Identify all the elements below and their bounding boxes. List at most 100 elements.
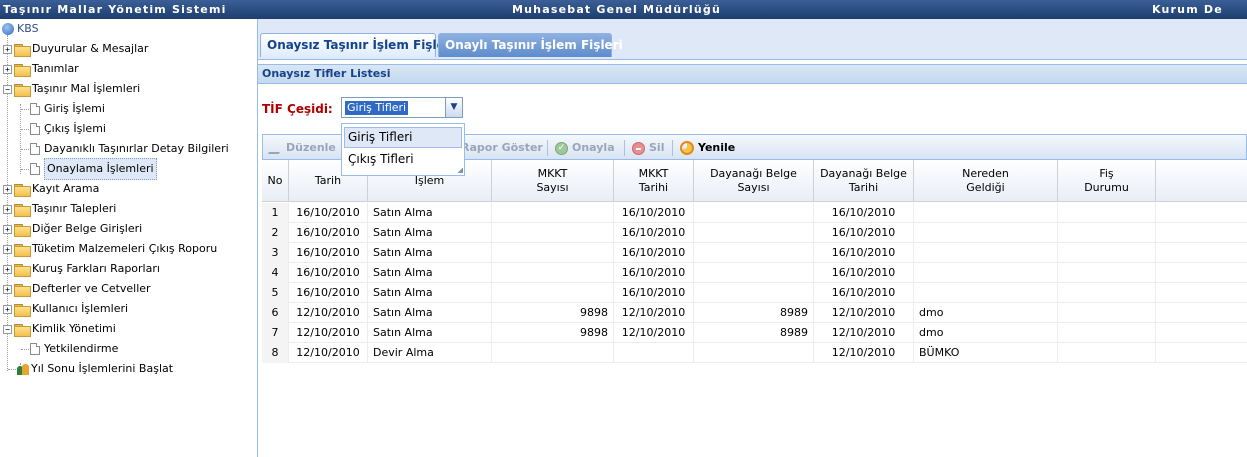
tree-item-entry[interactable]: Giriş İşlemi xyxy=(30,99,105,119)
cell-operation: Satın Alma xyxy=(368,323,492,343)
expand-icon[interactable]: + xyxy=(3,184,12,194)
table-row[interactable]: 2 16/10/2010 Satın Alma 16/10/2010 16/10/201… xyxy=(262,223,1247,243)
column-header-mkkt-date[interactable]: MKKT Tarihi xyxy=(614,160,694,202)
option-exit-tifs[interactable]: Çıkış Tifleri xyxy=(344,149,462,170)
expand-icon[interactable]: + xyxy=(3,64,12,74)
collapse-icon[interactable]: − xyxy=(3,324,12,334)
folder-icon xyxy=(14,283,31,297)
folder-icon xyxy=(14,223,31,237)
table-row[interactable]: 1 16/10/2010 Satın Alma 16/10/2010 16/10/201… xyxy=(262,203,1247,223)
navigation-tree: KBS + Duyurular & Mesajlar + Tanımlar − … xyxy=(0,19,258,457)
tree-item-ledgers[interactable]: + Defterler ve Cetveller xyxy=(3,279,151,299)
cell-date: 12/10/2010 xyxy=(289,343,368,363)
table-row[interactable]: 8 12/10/2010 Devir Alma 12/10/2010 BÜMKO xyxy=(262,343,1247,363)
tree-item-definitions[interactable]: + Tanımlar xyxy=(3,59,79,79)
tree-item-exit[interactable]: Çıkış İşlemi xyxy=(30,119,106,139)
cell-no: 2 xyxy=(262,223,289,243)
expand-icon[interactable]: + xyxy=(3,304,12,314)
table-row[interactable]: 7 12/10/2010 Satın Alma 9898 12/10/2010 8989 1… xyxy=(262,323,1247,343)
cell-doc-number xyxy=(694,223,814,243)
expand-icon[interactable]: + xyxy=(3,244,12,254)
tree-root-kbs[interactable]: KBS xyxy=(2,19,39,39)
show-report-button[interactable]: Rapor Göster xyxy=(461,140,543,156)
cell-date: 16/10/2010 xyxy=(289,283,368,303)
cell-no: 7 xyxy=(262,323,289,343)
table-row[interactable]: 6 12/10/2010 Satın Alma 9898 12/10/2010 8989 1… xyxy=(262,303,1247,323)
folder-icon xyxy=(14,303,31,317)
cell-status xyxy=(1058,323,1156,343)
cell-date: 16/10/2010 xyxy=(289,223,368,243)
edit-button[interactable]: Düzenle xyxy=(267,140,336,156)
cell-no: 8 xyxy=(262,343,289,363)
cell-mkkt-number xyxy=(492,263,614,283)
table-row[interactable]: 4 16/10/2010 Satın Alma 16/10/2010 16/10/201… xyxy=(262,263,1247,283)
tree-item-record-search[interactable]: + Kayıt Arama xyxy=(3,179,99,199)
cell-doc-number xyxy=(694,343,814,363)
table-row[interactable]: 3 16/10/2010 Satın Alma 16/10/2010 16/10/201… xyxy=(262,243,1247,263)
column-header-doc-number[interactable]: Dayanağı Belge Sayısı xyxy=(694,160,814,202)
cell-date: 16/10/2010 xyxy=(289,243,368,263)
tree-item-authorization[interactable]: Yetkilendirme xyxy=(30,339,118,359)
cell-doc-date: 16/10/2010 xyxy=(814,243,914,263)
document-icon xyxy=(30,343,40,355)
cell-origin xyxy=(914,243,1058,263)
cell-no: 3 xyxy=(262,243,289,263)
expand-icon[interactable]: + xyxy=(3,44,12,54)
tree-item-user-operations[interactable]: + Kullanıcı İşlemleri xyxy=(3,299,128,319)
tif-type-label: TİF Çeşidi: xyxy=(262,102,333,116)
expand-icon[interactable]: + xyxy=(3,224,12,234)
collapse-icon[interactable]: − xyxy=(3,84,12,94)
document-icon xyxy=(30,103,40,115)
approve-button[interactable]: ✓ Onayla xyxy=(555,140,615,156)
tree-item-consumables-report[interactable]: + Tüketim Malzemeleri Çıkış Roporu xyxy=(3,239,217,259)
delete-button[interactable]: Sil xyxy=(632,140,664,156)
column-header-origin[interactable]: Nereden Geldiği xyxy=(914,160,1058,202)
cell-doc-date: 16/10/2010 xyxy=(814,223,914,243)
tab-unapproved-slips[interactable]: Onaysız Taşınır İşlem Fişleri xyxy=(260,33,455,57)
tab-strip: Onaysız Taşınır İşlem Fişleri Onaylı Taş… xyxy=(258,19,1247,60)
tree-item-requests[interactable]: + Taşınır Talepleri xyxy=(3,199,116,219)
column-header-mkkt-number[interactable]: MKKT Sayısı xyxy=(492,160,614,202)
expand-icon[interactable]: + xyxy=(3,264,12,274)
tree-item-other-documents[interactable]: + Diğer Belge Girişleri xyxy=(3,219,142,239)
tree-item-rounding-reports[interactable]: + Kuruş Farkları Raporları xyxy=(3,259,160,279)
tree-item-durable-details[interactable]: Dayanıklı Taşınırlar Detay Bilgileri xyxy=(30,139,229,159)
tree-item-approvals[interactable]: Onaylama İşlemleri xyxy=(30,158,157,180)
tree-item-movable-property[interactable]: − Taşınır Mal İşlemleri xyxy=(3,79,140,99)
cell-doc-number: 8989 xyxy=(694,323,814,343)
column-header-no[interactable]: No xyxy=(262,160,289,202)
folder-icon xyxy=(14,243,31,257)
cell-mkkt-date: 16/10/2010 xyxy=(614,203,694,223)
expand-icon[interactable]: + xyxy=(3,284,12,294)
cell-origin: dmo xyxy=(914,323,1058,343)
cell-no: 5 xyxy=(262,283,289,303)
column-header-status[interactable]: Fiş Durumu xyxy=(1058,160,1156,202)
cell-operation: Satın Alma xyxy=(368,283,492,303)
cell-date: 12/10/2010 xyxy=(289,303,368,323)
chevron-down-icon[interactable]: ▼ xyxy=(445,98,462,117)
folder-icon xyxy=(14,63,31,77)
cell-status xyxy=(1058,263,1156,283)
refresh-button[interactable]: Yenile xyxy=(680,140,735,156)
cell-mkkt-number: 9898 xyxy=(492,323,614,343)
resize-handle-icon[interactable]: ◢ xyxy=(458,166,463,174)
tif-type-select[interactable]: Giriş Tifleri ▼ xyxy=(341,97,463,118)
users-icon xyxy=(17,363,29,375)
toolbar-separator xyxy=(672,140,673,156)
expand-icon[interactable]: + xyxy=(3,204,12,214)
tree-item-announcements[interactable]: + Duyurular & Mesajlar xyxy=(3,39,148,59)
cell-operation: Satın Alma xyxy=(368,243,492,263)
folder-open-icon xyxy=(14,323,31,337)
tree-item-year-end[interactable]: Yıl Sonu İşlemlerini Başlat xyxy=(17,359,173,379)
pencil-icon xyxy=(267,142,286,154)
option-entry-tifs[interactable]: Giriş Tifleri xyxy=(344,127,462,148)
cell-operation: Satın Alma xyxy=(368,203,492,223)
cell-status xyxy=(1058,343,1156,363)
cell-origin xyxy=(914,263,1058,283)
cell-status xyxy=(1058,223,1156,243)
table-row[interactable]: 5 16/10/2010 Satın Alma 16/10/2010 16/10/201… xyxy=(262,283,1247,303)
tree-item-identity-management[interactable]: − Kimlik Yönetimi xyxy=(3,319,116,339)
column-header-doc-date[interactable]: Dayanağı Belge Tarihi xyxy=(814,160,914,202)
tree-guide-line xyxy=(20,104,21,174)
tab-approved-slips[interactable]: Onaylı Taşınır İşlem Fişleri xyxy=(438,33,623,57)
